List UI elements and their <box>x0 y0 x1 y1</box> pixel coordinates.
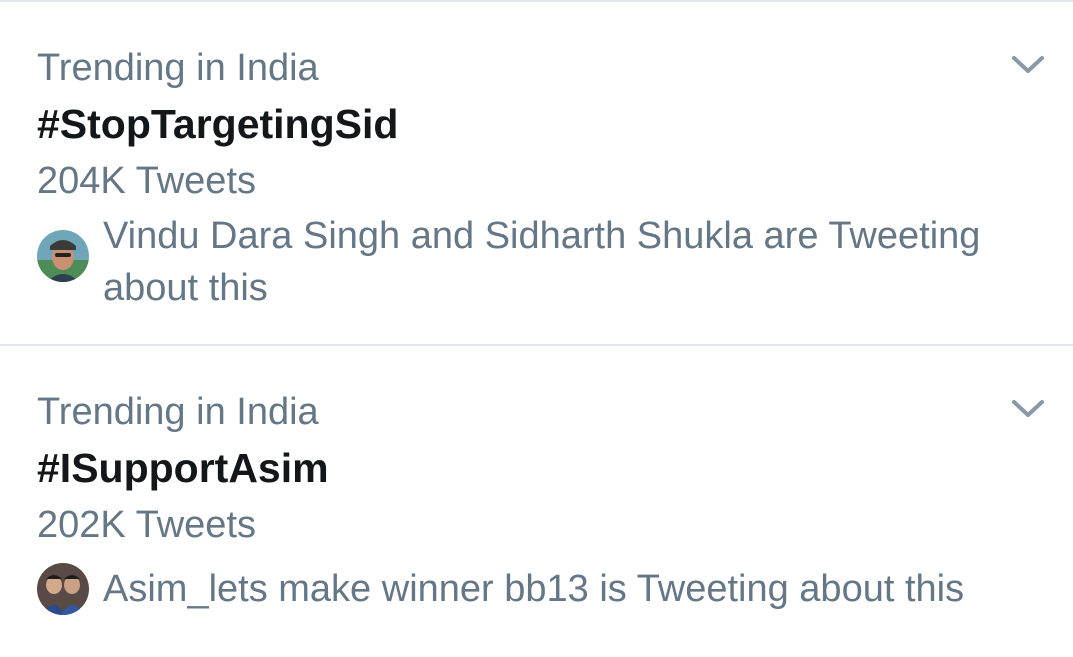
trend-hashtag[interactable]: #ISupportAsim <box>37 444 329 492</box>
trends-list: Trending in India #StopTargetingSid 204K… <box>0 2 1073 655</box>
tweet-count: 204K Tweets <box>37 160 257 202</box>
chevron-down-icon[interactable] <box>1011 54 1045 76</box>
chevron-down-icon[interactable] <box>1011 398 1045 420</box>
trend-item[interactable]: Trending in India #StopTargetingSid 204K… <box>0 2 1073 346</box>
trend-context: Trending in India <box>37 47 319 89</box>
tweeting-about-text: Asim_lets make winner bb13 is Tweeting a… <box>103 568 965 610</box>
avatar-image <box>37 230 89 282</box>
avatar-image <box>37 563 89 615</box>
trend-item[interactable]: Trending in India #ISupportAsim 202K Twe… <box>0 346 1073 655</box>
avatar <box>37 230 89 282</box>
trend-hashtag[interactable]: #StopTargetingSid <box>37 100 398 148</box>
trend-context: Trending in India <box>37 391 319 433</box>
avatar <box>37 563 89 615</box>
tweet-count: 202K Tweets <box>37 504 257 546</box>
tweeting-about-text: Vindu Dara Singh and Sidharth Shukla are… <box>103 215 981 309</box>
